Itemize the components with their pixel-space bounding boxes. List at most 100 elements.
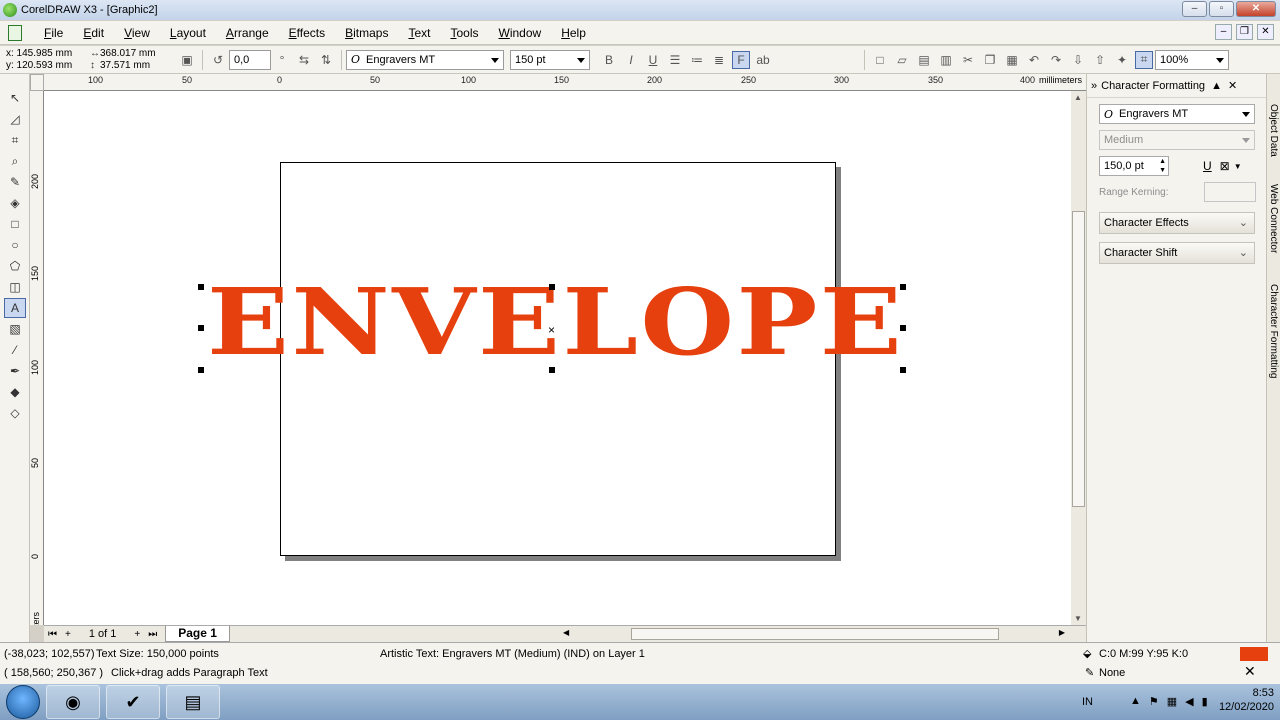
selection-handle[interactable] [900,367,906,373]
edit-text-icon[interactable]: ab [754,51,772,69]
add-page-before-icon[interactable]: + [65,629,71,640]
menu-edit[interactable]: Edit [73,26,114,40]
import-icon[interactable]: ⇩ [1069,51,1087,69]
pick-tool-icon[interactable]: ↖ [4,88,26,108]
underline-icon[interactable]: U [644,51,662,69]
lock-ratio-icon[interactable]: ▣ [178,51,196,69]
undo-icon[interactable]: ↶ [1025,51,1043,69]
menu-help[interactable]: Help [551,26,596,40]
close-button[interactable]: ✕ [1236,1,1276,17]
redo-icon[interactable]: ↷ [1047,51,1065,69]
docker-font-size-field[interactable]: 150,0 pt ▲ ▼ [1099,156,1169,176]
fill-tool-icon[interactable]: ◆ [4,382,26,402]
show-hidden-icons-icon[interactable]: ▲ [1130,695,1141,708]
tab-character-formatting[interactable]: Character Formatting [1268,284,1279,378]
eyedropper-tool-icon[interactable]: ⁄ [4,340,26,360]
vertical-scrollbar[interactable]: ▲ ▼ [1071,91,1086,625]
selection-handle[interactable] [549,367,555,373]
vertical-ruler[interactable]: 200 150 100 50 0 millimeters [30,91,44,625]
selection-handle[interactable] [198,325,204,331]
y-position-field[interactable]: y: 120.593 mm [6,60,86,72]
menu-tools[interactable]: Tools [440,26,488,40]
font-list-dropdown[interactable]: O Engravers MT [346,49,504,70]
menu-text[interactable]: Text [398,26,440,40]
width-field[interactable]: 368.017 mm [100,48,156,59]
horizontal-ruler[interactable]: 100 50 0 50 100 150 200 250 300 350 400 … [44,74,1086,91]
page-tab[interactable]: Page 1 [165,626,230,642]
add-page-after-icon[interactable]: + [134,629,140,640]
selection-handle[interactable] [198,367,204,373]
document-icon[interactable] [8,24,22,41]
snap-icon[interactable]: ⌗ [1135,50,1153,69]
bold-icon[interactable]: B [600,51,618,69]
height-field[interactable]: 37.571 mm [100,60,150,71]
bullet-list-icon[interactable]: ≔ [688,51,706,69]
menu-window[interactable]: Window [489,26,552,40]
network-icon[interactable]: ▦ [1167,695,1177,708]
italic-icon[interactable]: I [622,51,640,69]
freehand-tool-icon[interactable]: ✎ [4,172,26,192]
menu-view[interactable]: View [114,26,160,40]
save-icon[interactable]: ▤ [915,51,933,69]
character-effects-section[interactable]: Character Effects ⌄ [1099,212,1255,234]
scroll-down-arrow-icon[interactable]: ▼ [1074,614,1082,623]
selection-handle[interactable] [198,284,204,290]
shape-tool-icon[interactable]: ◿ [4,109,26,129]
docker-font-dropdown[interactable]: O Engravers MT [1099,104,1255,124]
menu-bitmaps[interactable]: Bitmaps [335,26,398,40]
action-center-icon[interactable]: ⚑ [1149,695,1159,708]
drop-cap-icon[interactable]: ≣ [710,51,728,69]
selection-handle[interactable] [549,284,555,290]
doc-minimize-button[interactable]: – [1215,24,1232,40]
underline-icon[interactable]: U [1203,159,1212,173]
rectangle-tool-icon[interactable]: □ [4,214,26,234]
export-icon[interactable]: ⇧ [1091,51,1109,69]
tab-object-data[interactable]: Object Data [1268,104,1279,157]
horizontal-scroll-thumb[interactable] [631,628,999,640]
font-size-dropdown[interactable]: 150 pt [510,49,590,70]
docker-close-icon[interactable]: ✕ [1228,79,1237,92]
outline-tool-icon[interactable]: ✒ [4,361,26,381]
cut-icon[interactable]: ✂ [959,51,977,69]
power-icon[interactable]: ▮ [1202,695,1208,708]
zoom-levels-dropdown[interactable]: 100% [1155,49,1229,70]
x-position-field[interactable]: x: 145.985 mm [6,48,86,60]
fill-color-swatch[interactable] [1240,647,1268,661]
tab-web-connector[interactable]: Web Connector [1268,184,1279,253]
interactive-fill-tool-icon[interactable]: ◇ [4,403,26,423]
scroll-right-arrow-icon[interactable]: ▶ [1059,628,1065,637]
scroll-left-arrow-icon[interactable]: ◀ [563,628,569,637]
vertical-scroll-thumb[interactable] [1072,211,1085,507]
rotation-field[interactable]: 0,0 [229,49,271,70]
coreldraw-taskbar-icon[interactable]: ✔ [106,685,160,719]
print-icon[interactable]: ▥ [937,51,955,69]
doc-restore-button[interactable]: ❐ [1236,24,1253,40]
character-formatting-icon[interactable]: F [732,50,750,69]
menu-effects[interactable]: Effects [279,26,335,40]
docker-expand-icon[interactable]: » [1091,80,1097,92]
strikethrough-icon[interactable]: ⊠ [1220,159,1230,173]
artistic-text-envelope[interactable]: ENVELOPE [207,276,904,368]
open-icon[interactable]: ▱ [893,51,911,69]
crop-tool-icon[interactable]: ⌗ [4,130,26,150]
scroll-up-arrow-icon[interactable]: ▲ [1074,93,1082,102]
maximize-button[interactable]: ▫ [1209,1,1234,17]
volume-icon[interactable]: ◀ [1185,695,1193,708]
basic-shapes-tool-icon[interactable]: ◫ [4,277,26,297]
first-page-icon[interactable]: ⏮ [48,629,57,640]
outline-none-swatch[interactable]: ✕ [1244,663,1256,680]
start-button[interactable] [6,685,40,719]
ruler-origin[interactable] [30,74,44,91]
zoom-tool-icon[interactable]: ⌕ [4,151,26,171]
mirror-vertical-icon[interactable]: ⇅ [317,51,335,69]
docker-collapse-icon[interactable]: ▲ [1211,80,1222,92]
application-launcher-icon[interactable]: ✦ [1113,51,1131,69]
more-options-icon[interactable]: ▼ [1234,162,1242,171]
last-page-icon[interactable]: ⏭ [148,629,157,640]
clock[interactable]: 8:53 12/02/2020 [1219,686,1274,714]
character-shift-section[interactable]: Character Shift ⌄ [1099,242,1255,264]
polygon-tool-icon[interactable]: ⬠ [4,256,26,276]
copy-icon[interactable]: ❐ [981,51,999,69]
selection-handle[interactable] [900,325,906,331]
drawing-canvas[interactable]: ENVELOPE × [44,91,1071,625]
